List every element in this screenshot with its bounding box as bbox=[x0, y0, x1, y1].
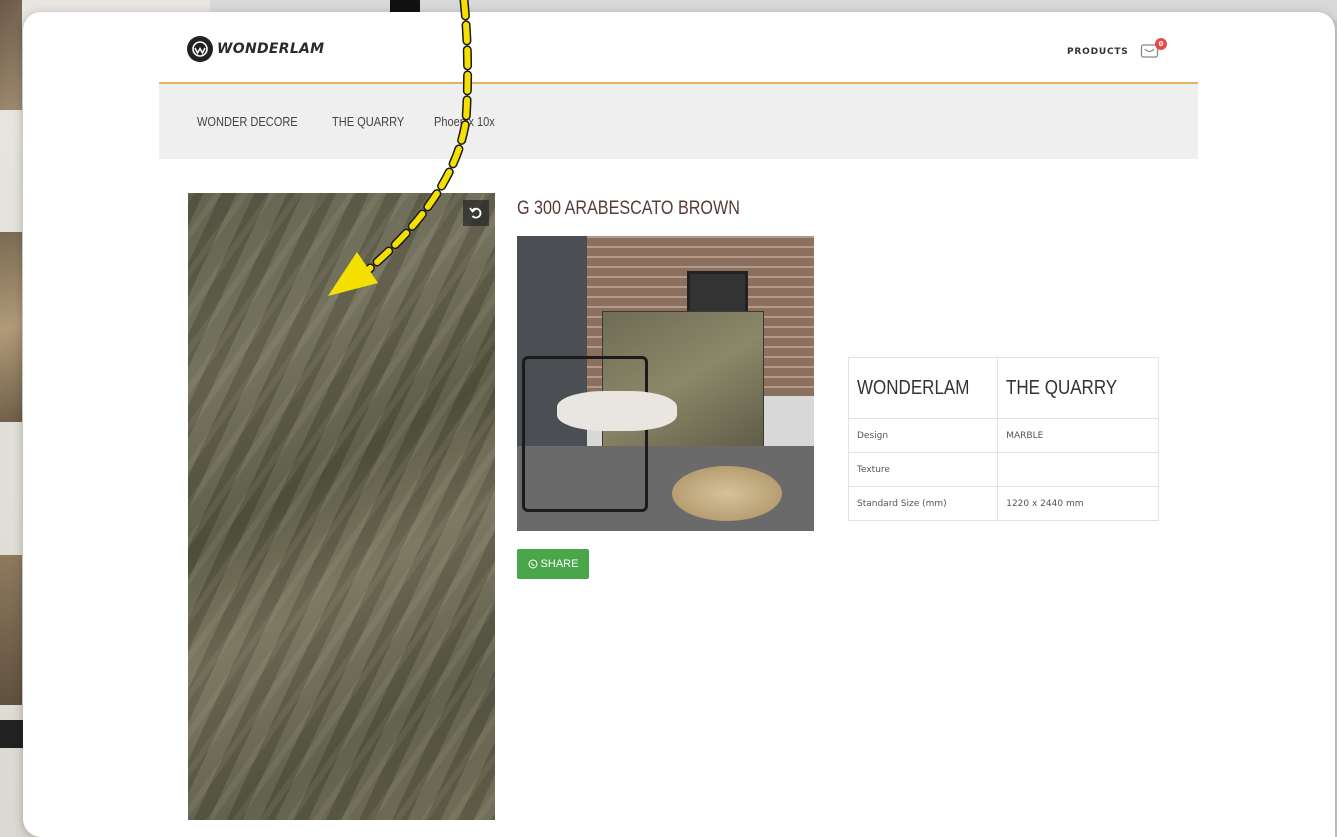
room-preview-image[interactable] bbox=[517, 236, 814, 531]
table-row: Texture bbox=[847, 452, 1159, 487]
whatsapp-icon bbox=[528, 559, 538, 569]
cart-count-badge: 0 bbox=[1155, 38, 1167, 50]
product-texture-image[interactable] bbox=[188, 193, 495, 820]
nav-item-the-quarry[interactable]: THE QUARRY bbox=[332, 114, 404, 129]
site-logo[interactable]: WONDERLAM bbox=[187, 36, 324, 62]
spec-brand-cell: WONDERLAM bbox=[847, 357, 999, 419]
spec-label: Texture bbox=[847, 452, 999, 487]
background-thumbnail bbox=[0, 232, 22, 422]
spec-collection-cell: THE QUARRY bbox=[997, 357, 1159, 419]
share-label: SHARE bbox=[540, 558, 579, 570]
spec-label: Design bbox=[847, 418, 999, 453]
nav-item-wonder-decore[interactable]: WONDER DECORE bbox=[197, 114, 298, 129]
product-title: G 300 ARABESCATO BROWN bbox=[517, 198, 740, 219]
spec-value: MARBLE bbox=[997, 418, 1159, 453]
collection-nav: WONDER DECORE THE QUARRY Phoenix 10x bbox=[159, 84, 1198, 159]
rotate-icon[interactable] bbox=[463, 200, 489, 226]
room-image-pouf bbox=[672, 466, 782, 521]
site-header: WONDERLAM PRODUCTS 0 bbox=[159, 12, 1198, 84]
spec-brand: WONDERLAM bbox=[857, 376, 970, 399]
room-image-chair bbox=[522, 356, 648, 512]
spec-collection: THE QUARRY bbox=[1006, 376, 1118, 399]
spec-table: WONDERLAM THE QUARRY Design MARBLE Textu… bbox=[847, 357, 1159, 521]
spec-value bbox=[997, 452, 1159, 487]
spec-value: 1220 x 2440 mm bbox=[997, 486, 1159, 521]
logo-text: WONDERLAM bbox=[217, 41, 325, 57]
background-thumbnail bbox=[0, 0, 22, 110]
table-row: Standard Size (mm) 1220 x 2440 mm bbox=[847, 486, 1159, 521]
background-thumbnail bbox=[0, 555, 22, 705]
share-button[interactable]: SHARE bbox=[517, 549, 589, 579]
products-link[interactable]: PRODUCTS bbox=[1067, 47, 1129, 57]
spec-label: Standard Size (mm) bbox=[847, 486, 999, 521]
wonderlam-logo-icon bbox=[187, 36, 213, 62]
spec-table-header: WONDERLAM THE QUARRY bbox=[847, 357, 1159, 419]
room-image-fur bbox=[557, 391, 677, 431]
product-page-window: WONDERLAM PRODUCTS 0 WONDER DECORE THE Q… bbox=[23, 12, 1335, 837]
table-row: Design MARBLE bbox=[847, 418, 1159, 453]
nav-item-phoenix-10x[interactable]: Phoenix 10x bbox=[434, 114, 495, 129]
